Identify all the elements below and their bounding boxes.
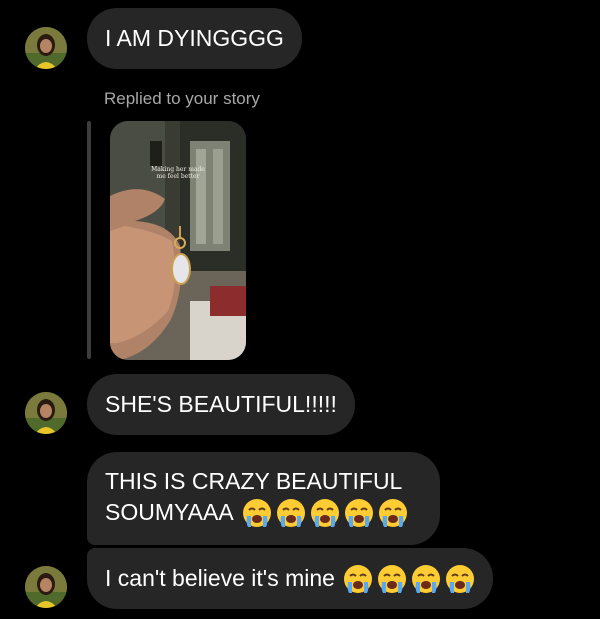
loudly-crying-face-icon — [377, 564, 407, 594]
loudly-crying-face-icon — [344, 498, 374, 528]
loudly-crying-face-icon — [242, 498, 272, 528]
loudly-crying-face-icon — [445, 564, 475, 594]
loudly-crying-face-icon — [411, 564, 441, 594]
avatar[interactable] — [25, 566, 67, 608]
story-reply-label: Replied to your story — [104, 89, 260, 108]
story-thumbnail[interactable]: Making her made me feel better — [110, 121, 246, 360]
story-caption: Making her made me feel better — [151, 166, 205, 180]
message-text: I AM DYINGGGG — [105, 25, 284, 51]
loudly-crying-face-icon — [276, 498, 306, 528]
message-bubble[interactable]: THIS IS CRAZY BEAUTIFUL SOUMYAAA — [87, 452, 440, 545]
story-image — [110, 121, 246, 360]
loudly-crying-face-icon — [378, 498, 408, 528]
loudly-crying-face-icon — [310, 498, 340, 528]
message-text: SHE'S BEAUTIFUL!!!!! — [105, 391, 337, 417]
message-bubble[interactable]: I can't believe it's mine — [87, 548, 493, 609]
message-bubble[interactable]: I AM DYINGGGG — [87, 8, 302, 69]
reply-indicator-bar — [87, 121, 91, 359]
message-text: I can't believe it's mine — [105, 565, 335, 591]
message-text-line: SOUMYAAA — [105, 499, 234, 525]
message-text-line: THIS IS CRAZY BEAUTIFUL — [105, 468, 403, 494]
loudly-crying-face-icon — [343, 564, 373, 594]
avatar[interactable] — [25, 27, 67, 69]
avatar-image — [25, 27, 67, 69]
avatar-image — [25, 566, 67, 608]
avatar-image — [25, 392, 67, 434]
avatar[interactable] — [25, 392, 67, 434]
message-bubble[interactable]: SHE'S BEAUTIFUL!!!!! — [87, 374, 355, 435]
